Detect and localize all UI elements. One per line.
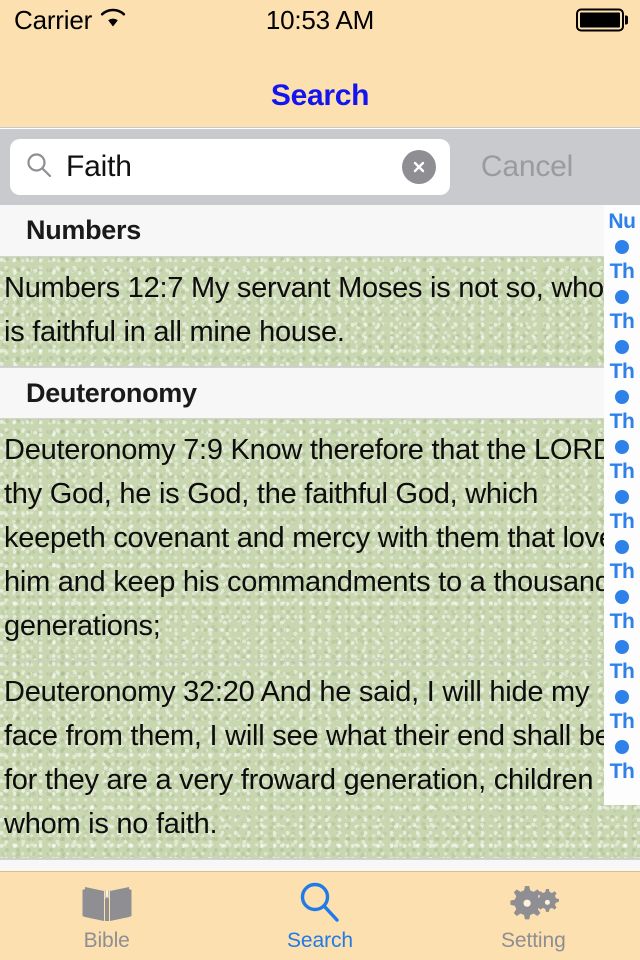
tab-label: Search [287,929,353,952]
section-index-dot[interactable] [615,734,629,759]
section-header-label: Deuteronomy [26,377,197,408]
page-title: Search [270,79,370,112]
section-header: Deuteronomy [0,367,640,419]
section-index-dot[interactable] [615,384,629,409]
tab-label: Setting [500,929,566,952]
section-index-dot[interactable] [615,634,629,659]
verse-result-row[interactable]: Deuteronomy 7:9 Know therefore that the … [0,419,640,661]
cancel-button[interactable]: Cancel [450,150,630,184]
search-bar: Faith Cancel [0,129,640,205]
section-index-entry[interactable]: Th [610,309,635,334]
section-index-dot[interactable] [615,534,629,559]
verse-line: Deuteronomy 7:9 Know therefore that the … [4,434,614,466]
battery-full-icon [575,8,628,32]
verse-line: thy God, he is God, the faithful God, wh… [4,478,539,510]
gears-icon [505,879,561,927]
section-index-entry[interactable]: Th [610,259,635,284]
search-input-value: Faith [66,150,132,183]
section-index-dot[interactable] [615,334,629,359]
section-index-entry[interactable]: Th [610,759,635,784]
verse-line: for they are a very froward generation, … [4,764,594,796]
section-header-label: Numbers [26,215,141,245]
status-bar: Carrier 10:53 AM [0,0,640,40]
verse-line: him and keep his commandments to a thous… [4,566,611,598]
section-index-entry[interactable]: Th [610,459,635,484]
section-index-entry[interactable]: Th [610,709,635,734]
verse-result-row[interactable]: Deuteronomy 32:20 And he said, I will hi… [0,661,640,859]
clear-circle-icon[interactable] [402,150,436,184]
section-index[interactable]: Nu Th Th Th Th Th Th Th Th Th Th Th [604,205,640,805]
section-index-entry[interactable]: Th [610,659,635,684]
section-index-dot[interactable] [615,434,629,459]
book-icon [81,879,133,927]
section-index-dot[interactable] [615,684,629,709]
verse-line: is faithful in all mine house. [4,316,345,348]
tab-label: Bible [83,929,130,952]
search-icon [24,150,54,185]
verse-line: whom is no faith. [4,808,218,840]
section-index-dot[interactable] [615,484,629,509]
section-index-dot[interactable] [615,234,629,259]
section-index-entry[interactable]: Th [610,359,635,384]
navigation-bar: Search [0,40,640,128]
section-index-entry[interactable]: Th [610,409,635,434]
verse-line: face from them, I will see what their en… [4,720,619,752]
section-index-entry[interactable]: Th [610,609,635,634]
app-root: Carrier 10:53 AM Search Faith Cancel Num… [0,0,640,960]
tab-setting[interactable]: Setting [427,872,640,960]
verse-result-row[interactable]: Numbers 12:7 My servant Moses is not so,… [0,257,640,367]
search-input[interactable]: Faith [10,139,450,195]
tab-search[interactable]: Search [213,872,426,960]
clock-label: 10:53 AM [265,4,375,35]
section-header: Numbers [0,205,640,257]
section-index-entry[interactable]: Th [610,509,635,534]
section-index-entry[interactable]: Nu [608,209,636,234]
verse-line: Numbers 12:7 My servant Moses is not so,… [4,272,604,304]
verse-line: Deuteronomy 32:20 And he said, I will hi… [4,676,590,708]
section-index-dot[interactable] [615,584,629,609]
tab-bible[interactable]: Bible [0,872,213,960]
verse-line: keepeth covenant and mercy with them tha… [4,522,615,554]
section-index-entry[interactable]: Th [610,559,635,584]
search-icon [296,879,344,927]
verse-line: generations; [4,610,161,642]
search-results-list[interactable]: Numbers Numbers 12:7 My servant Moses is… [0,205,640,872]
section-index-dot[interactable] [615,284,629,309]
tab-bar: Bible Search Setting [0,871,640,960]
